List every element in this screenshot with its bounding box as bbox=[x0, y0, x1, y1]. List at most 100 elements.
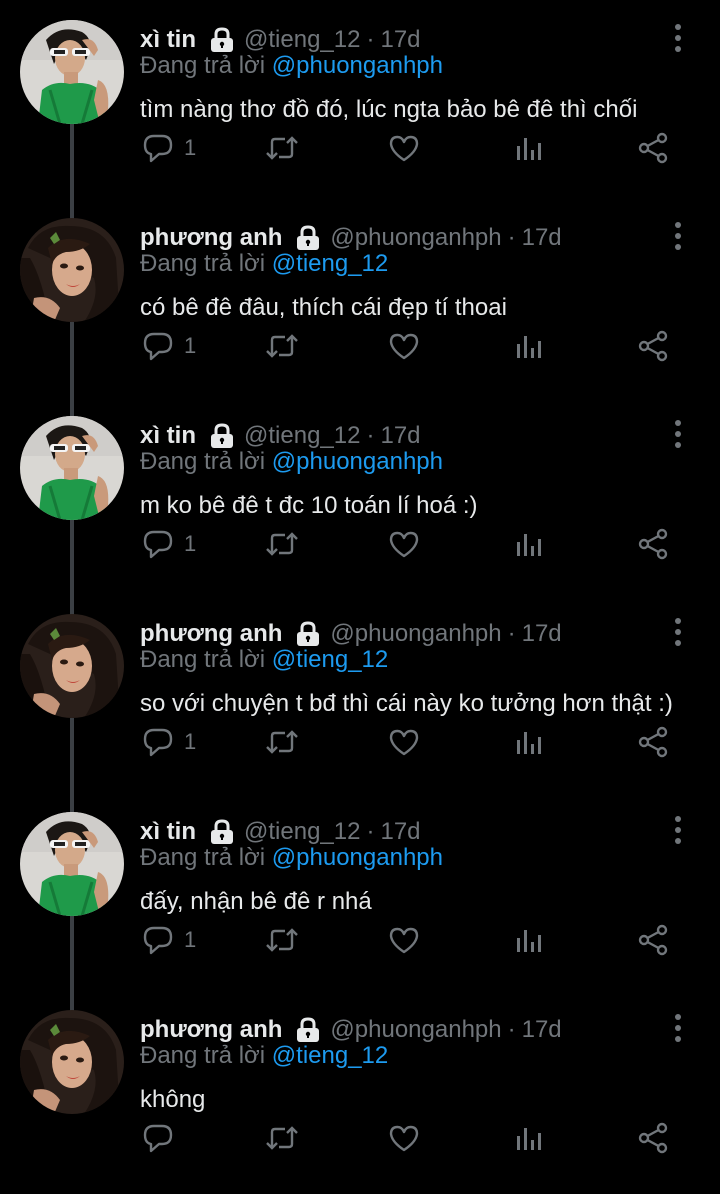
timestamp[interactable]: 17d bbox=[380, 26, 420, 54]
more-vertical-icon[interactable] bbox=[664, 812, 692, 848]
separator-dot: · bbox=[507, 620, 516, 647]
reply-button[interactable] bbox=[142, 1118, 184, 1158]
tweet-actions: 1 bbox=[140, 128, 690, 168]
username[interactable]: @phuonganhph bbox=[330, 620, 501, 648]
share-button[interactable] bbox=[636, 524, 670, 564]
stats-icon bbox=[512, 528, 544, 560]
display-name[interactable]: xì tin bbox=[140, 26, 196, 54]
tweet[interactable]: phương anh @phuonganhph · 17d Đang trả l… bbox=[0, 990, 720, 1188]
retweet-button[interactable] bbox=[264, 920, 300, 960]
like-button[interactable] bbox=[388, 128, 420, 168]
mention-link[interactable]: @tieng_12 bbox=[272, 646, 388, 673]
reply-button[interactable]: 1 bbox=[142, 722, 196, 762]
tweet[interactable]: xì tin @tieng_12 · 17d Đang trả lời @phu… bbox=[0, 0, 720, 198]
share-icon bbox=[636, 330, 670, 362]
timestamp[interactable]: 17d bbox=[522, 620, 562, 648]
avatar[interactable] bbox=[20, 218, 124, 322]
share-button[interactable] bbox=[636, 722, 670, 762]
heart-icon bbox=[388, 528, 420, 560]
retweet-button[interactable] bbox=[264, 524, 300, 564]
stats-icon bbox=[512, 330, 544, 362]
mention-link[interactable]: @phuonganhph bbox=[272, 52, 443, 79]
separator-dot: · bbox=[366, 422, 375, 449]
stats-button[interactable] bbox=[512, 920, 544, 960]
separator-dot: · bbox=[366, 26, 375, 53]
reply-button[interactable]: 1 bbox=[142, 524, 196, 564]
more-vertical-icon[interactable] bbox=[664, 1010, 692, 1046]
more-vertical-icon[interactable] bbox=[664, 416, 692, 452]
username[interactable]: @phuonganhph bbox=[330, 224, 501, 252]
reply-button[interactable]: 1 bbox=[142, 920, 196, 960]
display-name[interactable]: xì tin bbox=[140, 422, 196, 450]
display-name[interactable]: phương anh bbox=[140, 620, 282, 648]
avatar[interactable] bbox=[20, 20, 124, 124]
display-name[interactable]: phương anh bbox=[140, 224, 282, 252]
retweet-icon bbox=[264, 132, 300, 164]
avatar[interactable] bbox=[20, 614, 124, 718]
reply-count: 1 bbox=[184, 135, 197, 160]
timestamp[interactable]: 17d bbox=[380, 818, 420, 846]
share-button[interactable] bbox=[636, 920, 670, 960]
retweet-icon bbox=[264, 726, 300, 758]
share-button[interactable] bbox=[636, 1118, 670, 1158]
replying-to-label: Đang trả lời bbox=[140, 1042, 266, 1069]
timestamp[interactable]: 17d bbox=[380, 422, 420, 450]
tweet[interactable]: xì tin @tieng_12 · 17d Đang trả lời @phu… bbox=[0, 792, 720, 990]
display-name[interactable]: xì tin bbox=[140, 818, 196, 846]
avatar[interactable] bbox=[20, 812, 124, 916]
tweet[interactable]: phương anh @phuonganhph · 17d Đang trả l… bbox=[0, 198, 720, 396]
stats-button[interactable] bbox=[512, 326, 544, 366]
reply-thread: xì tin @tieng_12 · 17d Đang trả lời @phu… bbox=[0, 0, 720, 1194]
timestamp[interactable]: 17d bbox=[522, 224, 562, 252]
username[interactable]: @tieng_12 bbox=[244, 26, 360, 54]
retweet-button[interactable] bbox=[264, 128, 300, 168]
stats-icon bbox=[512, 726, 544, 758]
tweet[interactable]: xì tin @tieng_12 · 17d Đang trả lời @phu… bbox=[0, 396, 720, 594]
replying-to: Đang trả lời @phuonganhph bbox=[140, 844, 443, 872]
replying-to: Đang trả lời @tieng_12 bbox=[140, 1042, 388, 1070]
heart-icon bbox=[388, 1122, 420, 1154]
mention-link[interactable]: @tieng_12 bbox=[272, 250, 388, 277]
share-button[interactable] bbox=[636, 326, 670, 366]
lock-icon bbox=[208, 422, 236, 450]
reply-icon bbox=[142, 132, 174, 164]
avatar[interactable] bbox=[20, 416, 124, 520]
timestamp[interactable]: 17d bbox=[522, 1016, 562, 1044]
like-button[interactable] bbox=[388, 1118, 420, 1158]
avatar[interactable] bbox=[20, 1010, 124, 1114]
username[interactable]: @phuonganhph bbox=[330, 1016, 501, 1044]
like-button[interactable] bbox=[388, 920, 420, 960]
replying-to: Đang trả lời @tieng_12 bbox=[140, 250, 388, 278]
stats-button[interactable] bbox=[512, 524, 544, 564]
retweet-button[interactable] bbox=[264, 722, 300, 762]
retweet-button[interactable] bbox=[264, 1118, 300, 1158]
replying-to-label: Đang trả lời bbox=[140, 448, 266, 475]
retweet-button[interactable] bbox=[264, 326, 300, 366]
display-name[interactable]: phương anh bbox=[140, 1016, 282, 1044]
stats-button[interactable] bbox=[512, 128, 544, 168]
like-button[interactable] bbox=[388, 722, 420, 762]
tweet-text: không bbox=[140, 1086, 206, 1113]
heart-icon bbox=[388, 330, 420, 362]
tweet[interactable]: phương anh @phuonganhph · 17d Đang trả l… bbox=[0, 594, 720, 792]
more-vertical-icon[interactable] bbox=[664, 218, 692, 254]
tweet-actions: 1 bbox=[140, 722, 690, 762]
stats-button[interactable] bbox=[512, 722, 544, 762]
share-button[interactable] bbox=[636, 128, 670, 168]
username[interactable]: @tieng_12 bbox=[244, 422, 360, 450]
stats-button[interactable] bbox=[512, 1118, 544, 1158]
like-button[interactable] bbox=[388, 326, 420, 366]
mention-link[interactable]: @phuonganhph bbox=[272, 448, 443, 475]
reply-button[interactable]: 1 bbox=[142, 128, 196, 168]
separator-dot: · bbox=[366, 818, 375, 845]
like-button[interactable] bbox=[388, 524, 420, 564]
username[interactable]: @tieng_12 bbox=[244, 818, 360, 846]
stats-icon bbox=[512, 132, 544, 164]
more-vertical-icon[interactable] bbox=[664, 20, 692, 56]
share-icon bbox=[636, 726, 670, 758]
replying-to-label: Đang trả lời bbox=[140, 844, 266, 871]
mention-link[interactable]: @tieng_12 bbox=[272, 1042, 388, 1069]
reply-button[interactable]: 1 bbox=[142, 326, 196, 366]
mention-link[interactable]: @phuonganhph bbox=[272, 844, 443, 871]
more-vertical-icon[interactable] bbox=[664, 614, 692, 650]
